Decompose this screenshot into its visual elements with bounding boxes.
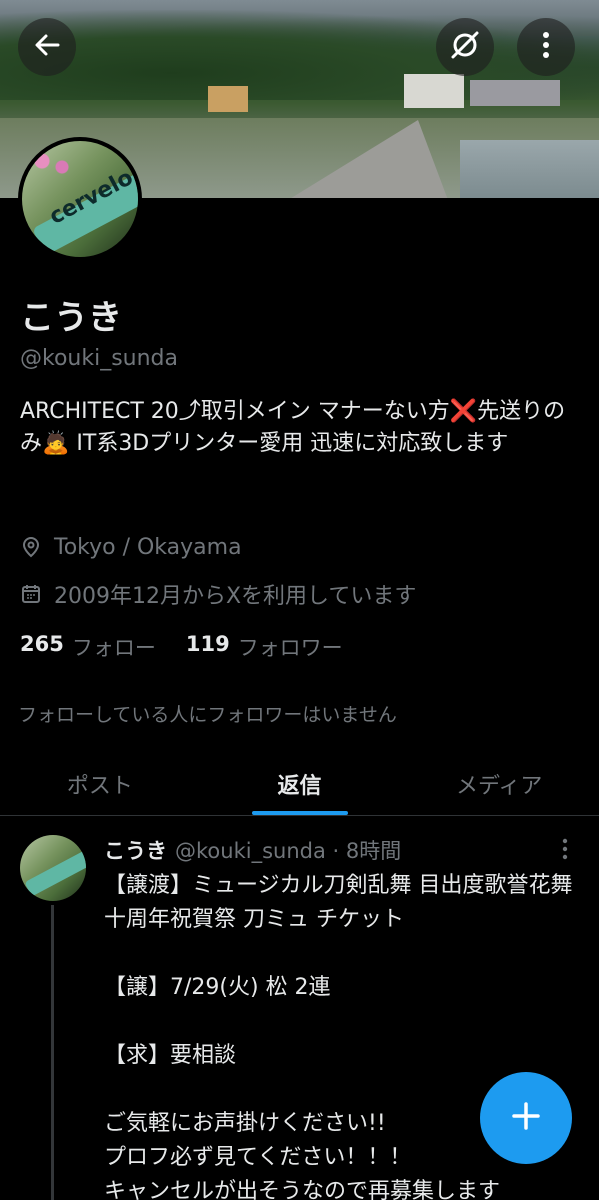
plus-icon xyxy=(509,1099,543,1137)
following-link[interactable]: 265 フォロー xyxy=(20,632,156,662)
post-avatar-bike xyxy=(24,849,86,897)
banner-house xyxy=(404,74,464,108)
profile-tabs: ポスト 返信 メディア xyxy=(0,752,599,816)
banner-house xyxy=(208,86,248,112)
more-vertical-icon xyxy=(541,30,551,64)
post-handle-time: @kouki_sunda · 8時間 xyxy=(175,839,402,863)
following-count: 265 xyxy=(20,632,64,656)
back-button[interactable] xyxy=(18,18,76,76)
following-label: フォロー xyxy=(71,636,156,660)
compose-post-button[interactable] xyxy=(480,1072,572,1164)
arrow-left-icon xyxy=(32,30,62,64)
profile-avatar[interactable]: cervelo xyxy=(18,137,142,261)
banner-water xyxy=(460,140,599,198)
grok-icon xyxy=(449,29,481,65)
join-date-text: 2009年12月からXを利用しています xyxy=(54,584,417,609)
followers-count: 119 xyxy=(185,632,230,656)
followers-link[interactable]: 119 フォロワー xyxy=(186,632,343,662)
location-text: Tokyo / Okayama xyxy=(54,534,242,560)
tab-replies[interactable]: 返信 xyxy=(200,752,400,815)
banner-house xyxy=(470,80,560,106)
thread-line xyxy=(51,905,54,1200)
location-pin-icon xyxy=(20,534,46,560)
calendar-icon xyxy=(20,581,46,607)
post-more-button[interactable] xyxy=(556,837,574,861)
banner-road xyxy=(288,120,448,198)
mutual-followers-note: フォローしている人にフォロワーはいません xyxy=(18,704,397,726)
more-button[interactable] xyxy=(517,18,575,76)
profile-location: Tokyo / Okayama xyxy=(20,534,242,560)
tab-media[interactable]: メディア xyxy=(399,752,599,815)
post-header: こうき @kouki_sunda · 8時間 xyxy=(104,835,401,865)
grok-button[interactable] xyxy=(436,18,494,76)
followers-label: フォロワー xyxy=(237,636,343,660)
profile-join-date: 2009年12月からXを利用しています xyxy=(20,578,416,610)
avatar-flowers xyxy=(22,141,82,181)
profile-handle: @kouki_sunda xyxy=(20,346,179,371)
profile-stats: 265 フォロー 119 フォロワー xyxy=(20,632,373,662)
tab-posts[interactable]: ポスト xyxy=(0,752,200,815)
post-avatar[interactable] xyxy=(20,835,86,901)
profile-name: こうき xyxy=(20,298,122,338)
post-author-name[interactable]: こうき xyxy=(104,835,167,865)
profile-bio: ARCHITECT 20⤴取引メイン マナーない方❌先送りのみ🙇 IT系3Dプリ… xyxy=(20,399,566,456)
more-vertical-icon xyxy=(556,838,574,865)
